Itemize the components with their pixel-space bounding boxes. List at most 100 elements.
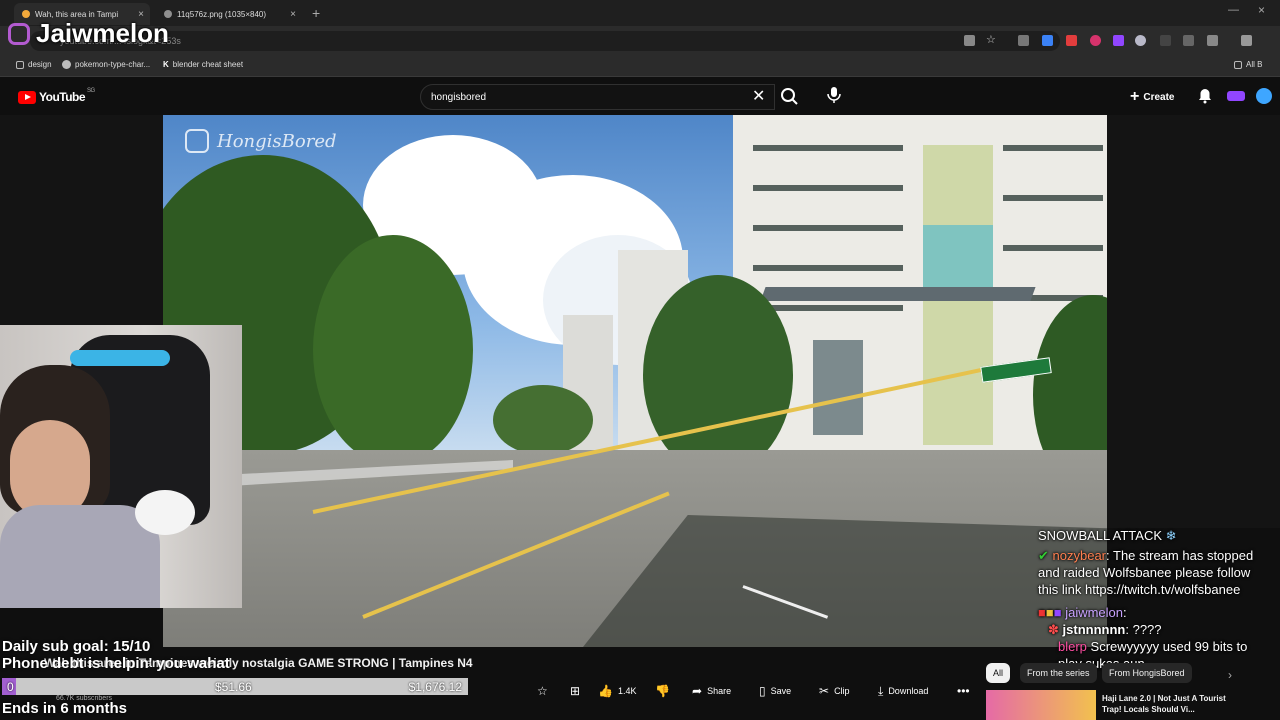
goal-start-value: $51.66 (215, 680, 252, 694)
folder-icon (1234, 60, 1242, 69)
video-player[interactable]: HongisBored (163, 115, 1107, 647)
download-icon: ⤓ (878, 683, 884, 698)
youtube-header: YouTube SG hongisbored ✕ + Create (0, 77, 1280, 115)
save-star-button[interactable]: ☆ (537, 680, 553, 702)
video-window-row (1003, 195, 1103, 201)
video-tree (313, 235, 473, 465)
create-button[interactable]: + Create (1130, 88, 1174, 106)
video-window-row (753, 265, 903, 271)
bookmark-all[interactable]: All B (1234, 60, 1262, 69)
bookmarks-bar: design pokemon-type-char... Kblender che… (0, 56, 1280, 77)
bookmark-design[interactable]: design (16, 60, 52, 69)
chip-all[interactable]: All (986, 663, 1011, 683)
share-button[interactable]: ➦ Share (692, 680, 731, 702)
twitch-extension-icon[interactable] (1113, 35, 1124, 46)
extension-icon[interactable] (1042, 35, 1053, 46)
video-window-row (753, 185, 903, 191)
webcam-headband (70, 350, 170, 366)
youtube-play-icon (18, 90, 36, 104)
badge-icon: ■ (1053, 605, 1062, 620)
extension-icon[interactable] (1090, 35, 1101, 46)
url-field[interactable]: youtube.com/...4slogk&t=253s (30, 31, 1060, 51)
puzzle-icon[interactable] (1207, 35, 1218, 46)
video-window-row (753, 225, 903, 231)
left-background (0, 115, 163, 325)
install-icon[interactable] (964, 35, 975, 46)
save-button[interactable]: ▯ Save (759, 680, 791, 702)
address-bar: youtube.com/...4slogk&t=253s ☆ (0, 26, 1280, 56)
download-button[interactable]: ⤓ Download (878, 680, 928, 702)
bookmark-icon: ▯ (759, 684, 766, 698)
video-watermark: HongisBored (185, 129, 337, 153)
extension-icon[interactable] (1066, 35, 1077, 46)
like-button[interactable]: 👍 1.4K (598, 680, 636, 702)
bookmark-blender[interactable]: Kblender cheat sheet (163, 60, 243, 69)
video-bus-stop (813, 340, 863, 435)
more-button[interactable]: ••• (957, 680, 975, 702)
related-title[interactable]: Haji Lane 2.0 | Not Just A Tourist Trap!… (1102, 693, 1232, 715)
mic-icon[interactable] (824, 85, 844, 105)
chat-overlay: SNOWBALL ATTACK ❄ ✔ nozybear: The stream… (1038, 527, 1274, 672)
tab-favicon-icon (164, 10, 172, 18)
new-tab-icon[interactable]: + (312, 5, 320, 21)
search-icon[interactable] (778, 86, 802, 106)
pokeball-icon (62, 60, 71, 69)
star-icon[interactable]: ☆ (986, 33, 997, 46)
k-icon: K (163, 60, 169, 69)
chat-message: ✽ jstnnnnnn: ???? (1048, 622, 1162, 637)
badge-icon: ■ (1045, 605, 1054, 620)
instagram-icon (8, 22, 30, 45)
plus-icon: + (1130, 88, 1140, 105)
right-background (1107, 115, 1280, 528)
folder-icon (16, 60, 24, 69)
chat-message: ■■■ jaiwmelon: (1038, 605, 1127, 620)
tab-image[interactable]: 11q576z.png (1035×840) × (156, 3, 302, 25)
star-icon: ☆ (537, 684, 548, 698)
tab-close-icon[interactable]: × (290, 9, 296, 20)
sub-goal-text: Daily sub goal: 15/10 (2, 638, 151, 655)
twitch-badge-icon[interactable] (1227, 91, 1245, 101)
webcam-plush (135, 490, 195, 535)
scissors-icon: ✂ (819, 684, 830, 698)
extension-icon[interactable] (1160, 35, 1171, 46)
webcam-overlay (0, 325, 242, 608)
close-window-icon[interactable]: × (1258, 3, 1265, 17)
browser-tab-bar: Wah, this area in Tampi × 11q576z.png (1… (0, 0, 1280, 26)
minimize-icon[interactable]: — (1228, 4, 1239, 16)
dislike-button[interactable]: 👎 (655, 680, 675, 702)
chat-event-title: SNOWBALL ATTACK ❄ (1038, 528, 1177, 543)
video-window-row (1003, 245, 1103, 251)
mute-icon[interactable] (1018, 35, 1029, 46)
chip-from-series[interactable]: From the series (1020, 663, 1097, 683)
goal-progress-bar: 0 $51.66 $1,676.12 (2, 678, 468, 695)
extension-icon[interactable] (1183, 35, 1194, 46)
clip-button[interactable]: ✂ Clip (819, 680, 850, 702)
thumbs-up-icon: 👍 (598, 684, 613, 698)
video-bus-stop (760, 287, 1036, 301)
chevron-right-icon[interactable]: › (1228, 668, 1232, 682)
snowflake-icon: ❄ (1165, 528, 1177, 543)
badge-icon: ✽ (1048, 622, 1059, 637)
grid-button[interactable]: ⊞ (570, 680, 585, 702)
chip-from-channel[interactable]: From HongisBored (1102, 663, 1192, 683)
clear-search-icon[interactable]: ✕ (752, 86, 765, 106)
streamer-name: Jaiwmelon (8, 18, 169, 49)
checkmark-icon: ✔ (1038, 548, 1049, 563)
search-input[interactable]: hongisbored (420, 84, 775, 110)
goal-end-value: $1,676.12 (408, 680, 462, 694)
video-tree (643, 275, 793, 475)
related-thumbnail[interactable] (986, 690, 1096, 720)
video-building (923, 225, 993, 295)
bell-icon[interactable] (1198, 88, 1212, 104)
video-window-row (753, 145, 903, 151)
bookmark-pokemon[interactable]: pokemon-type-char... (62, 60, 150, 69)
instagram-icon (185, 129, 209, 153)
avatar[interactable] (1256, 88, 1272, 104)
menu-icon[interactable] (1241, 35, 1252, 46)
youtube-logo[interactable]: YouTube SG (18, 88, 95, 104)
goal-left-value: 0 (7, 680, 14, 694)
profile-extension-icon[interactable] (1135, 35, 1146, 46)
chat-message: ✔ nozybear: The stream has stopped and r… (1038, 548, 1254, 597)
badge-icon: ■ (1038, 605, 1046, 620)
share-icon: ➦ (692, 684, 703, 698)
